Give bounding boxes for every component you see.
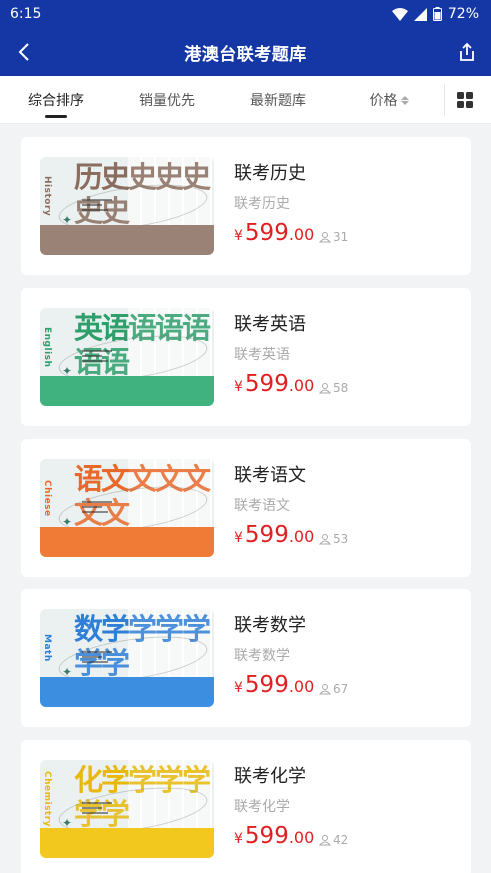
product-cover-image: Math 数学学学学学学 ✦ [40,609,214,707]
cover-english-label: Chiese [42,479,52,517]
divider [444,84,445,116]
product-price: ¥599.00 [234,672,315,698]
cover-english-label: English [42,326,52,368]
tab-label: 综合排序 [28,93,84,109]
product-title: 联考化学 [234,766,306,787]
app-bar: 港澳台联考题库 [0,28,491,76]
user-icon [319,684,331,695]
product-subtitle: 联考语文 [234,498,290,514]
tab-label: 销量优先 [139,93,195,109]
user-icon [319,534,331,545]
user-icon [319,232,331,243]
product-price: ¥599.00 [234,522,315,548]
cover-lines [82,651,126,675]
product-title: 联考历史 [234,163,306,184]
product-cover-image: English 英语语语语语语 ✦ [40,308,214,406]
share-button[interactable] [451,36,483,68]
sort-arrows-icon [400,95,409,105]
product-card[interactable]: Chiese 语文文文文文文 ✦ 联考语文 联考语文 ¥599.00 53 [21,439,471,577]
product-subtitle: 联考英语 [234,347,290,363]
sales-count: 67 [319,682,348,696]
tab-newest[interactable]: 最新题库 [236,76,320,124]
grid-icon [457,92,473,108]
chevron-left-icon [18,43,29,61]
product-card[interactable]: English 英语语语语语语 ✦ 联考英语 联考英语 ¥599.00 58 [21,288,471,426]
battery-icon [432,7,442,21]
cover-band [40,527,214,557]
sort-bar: 综合排序 销量优先 最新题库 价格 [0,76,491,124]
page-title: 港澳台联考题库 [184,44,307,65]
tab-label: 最新题库 [250,93,306,109]
cover-lines [82,802,126,826]
product-cover-image: Chemistry 化学学学学学学 ✦ [40,760,214,858]
cover-english-label: History [42,175,52,217]
product-price: ¥599.00 [234,371,315,397]
share-icon [460,42,474,61]
product-subtitle: 联考数学 [234,648,290,664]
product-card[interactable]: History 历史史史史史史 ✦ 联考历史 联考历史 ¥599.00 31 [21,137,471,275]
sales-count: 42 [319,833,348,847]
tab-price[interactable]: 价格 [347,76,431,124]
cover-band [40,376,214,406]
product-subtitle: 联考化学 [234,799,290,815]
signal-icon [413,7,427,21]
cover-lines [82,501,126,525]
cover-english-label: Math [42,634,52,662]
grid-view-button[interactable] [455,90,475,110]
product-card[interactable]: Chemistry 化学学学学学学 ✦ 联考化学 联考化学 ¥599.00 42 [21,740,471,873]
user-icon [319,835,331,846]
cover-band [40,677,214,707]
status-bar: 6:15 72% [0,0,491,28]
status-time: 6:15 [10,6,42,22]
product-price: ¥599.00 [234,823,315,849]
status-icons: 72% [391,6,479,22]
product-cover-image: Chiese 语文文文文文文 ✦ [40,459,214,557]
back-button[interactable] [8,36,40,68]
tab-comprehensive[interactable]: 综合排序 [14,76,98,124]
product-cover-image: History 历史史史史史史 ✦ [40,157,214,255]
tab-sales[interactable]: 销量优先 [125,76,209,124]
wifi-icon [391,7,408,21]
cover-band [40,225,214,255]
cover-english-label: Chemistry [42,770,52,828]
cover-lines [82,350,126,374]
user-icon [319,383,331,394]
battery-percent: 72% [447,6,479,22]
product-price: ¥599.00 [234,220,315,246]
product-subtitle: 联考历史 [234,196,290,212]
product-title: 联考数学 [234,615,306,636]
sales-count: 53 [319,532,348,546]
product-card[interactable]: Math 数学学学学学学 ✦ 联考数学 联考数学 ¥599.00 67 [21,589,471,727]
cover-band [40,828,214,858]
active-tab-indicator [45,115,67,118]
sales-count: 31 [319,230,348,244]
tab-label: 价格 [369,93,398,109]
sales-count: 58 [319,381,348,395]
product-title: 联考英语 [234,314,306,335]
product-title: 联考语文 [234,465,306,486]
cover-lines [82,199,126,223]
